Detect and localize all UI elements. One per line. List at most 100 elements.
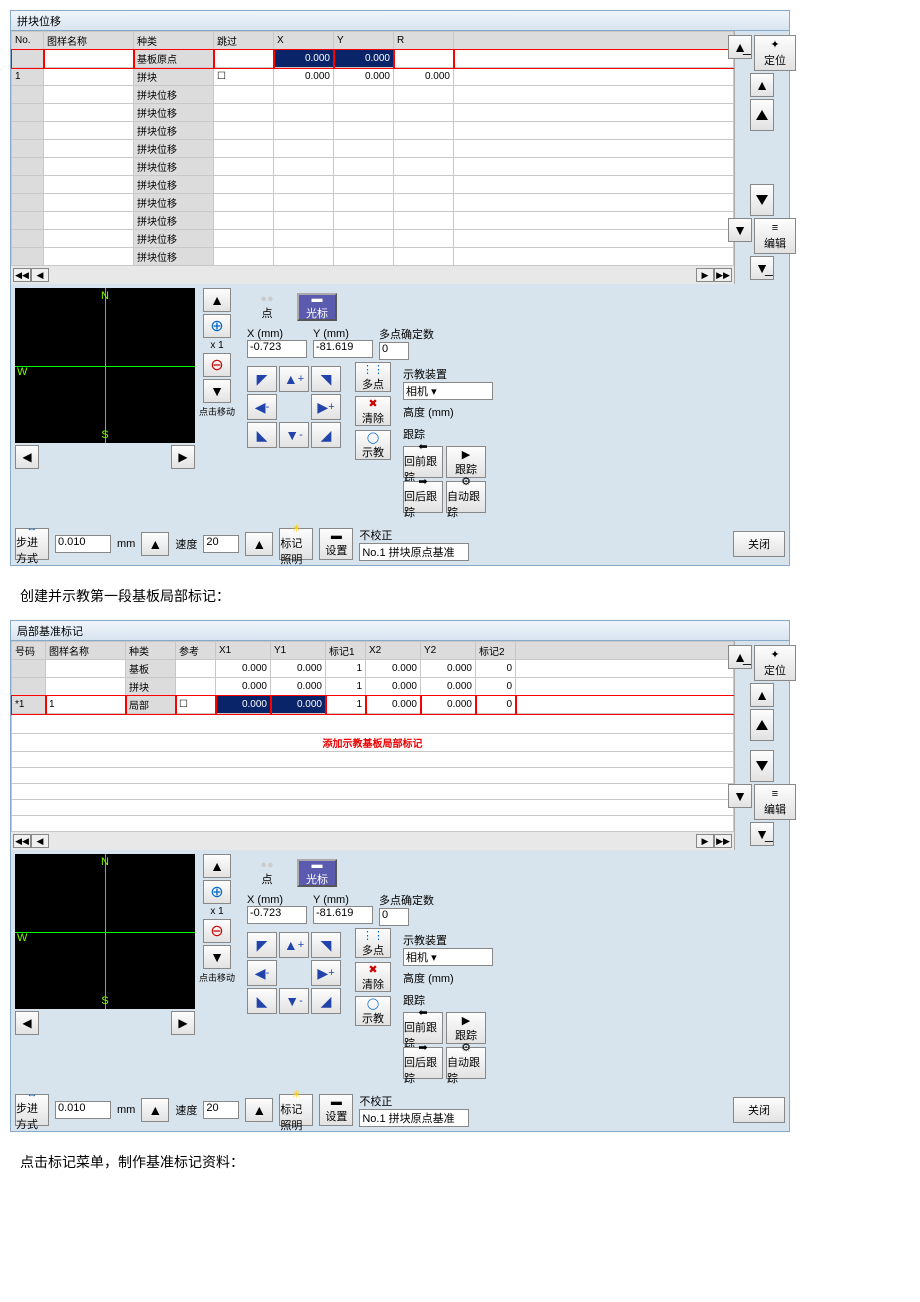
scroll-prev-icon[interactable]: ◀ <box>31 834 49 848</box>
step-up-icon[interactable]: ▲ <box>141 1098 169 1122</box>
table-row[interactable]: 基板0.0000.00010.0000.0000 <box>12 660 734 678</box>
track-button[interactable]: ▶跟踪 <box>446 1012 486 1044</box>
move-down-icon[interactable]: ▼ <box>203 379 231 403</box>
speed-input[interactable]: 20 <box>203 535 239 553</box>
page-down-icon[interactable] <box>750 184 774 216</box>
scroll-next-icon[interactable]: ▶ <box>696 834 714 848</box>
table-row[interactable]: 拼块位移 <box>12 158 734 176</box>
table-row[interactable]: 基板原点0.0000.000 <box>12 50 734 68</box>
step-value-input[interactable]: 0.010 <box>55 1101 111 1119</box>
table-row[interactable]: 1拼块☐0.0000.0000.000 <box>12 68 734 86</box>
auto-track-button[interactable]: ⚙自动跟踪 <box>446 1047 486 1079</box>
jog-sw-icon[interactable]: ◣ <box>247 988 277 1014</box>
step-mode-button[interactable]: ↔步进方式 <box>15 528 49 560</box>
move-down-icon[interactable]: ▼ <box>203 945 231 969</box>
close-button[interactable]: 关闭 <box>733 1097 785 1123</box>
camera-preview[interactable]: N W S <box>15 288 195 443</box>
panel1-table[interactable]: No. 图样名称 种类 跳过 X Y R 基板原点0.0000.0001拼块☐0… <box>11 31 734 266</box>
close-button[interactable]: 关闭 <box>733 531 785 557</box>
clear-button[interactable]: ✖清除 <box>355 962 391 992</box>
settings-button[interactable]: ▬设置 <box>319 1094 353 1126</box>
hscroll2[interactable]: ◀◀ ◀ ▶ ▶▶ <box>11 832 734 850</box>
edit-button[interactable]: ≡编辑 <box>754 784 796 820</box>
jog-e-icon[interactable]: ▶+ <box>311 394 341 420</box>
jog-w-icon[interactable]: ◀- <box>247 960 277 986</box>
scroll-bottom-icon[interactable]: ▼̲ <box>750 822 774 846</box>
step-value-input[interactable]: 0.010 <box>55 535 111 553</box>
jog-se-icon[interactable]: ◢ <box>311 988 341 1014</box>
point-button[interactable]: ●●点 <box>247 293 287 321</box>
scroll-prev-icon[interactable]: ◀ <box>31 268 49 282</box>
mark-light-button[interactable]: ☀标记照明 <box>279 1094 313 1126</box>
page-down-icon[interactable] <box>750 750 774 782</box>
scroll-next-icon[interactable]: ▶ <box>696 268 714 282</box>
jog-se-icon[interactable]: ◢ <box>311 422 341 448</box>
table-row[interactable]: 拼块位移 <box>12 104 734 122</box>
device-select[interactable]: 相机 ▾ <box>403 382 493 400</box>
scroll-up-icon[interactable]: ▲ <box>750 683 774 707</box>
cursor-button[interactable]: ▬光标 <box>297 293 337 321</box>
zoom-in-icon[interactable]: ⊕ <box>203 880 231 904</box>
teach-button[interactable]: ◯示教 <box>355 996 391 1026</box>
jog-nw-icon[interactable]: ◤ <box>247 366 277 392</box>
step-mode-button[interactable]: ↔步进方式 <box>15 1094 49 1126</box>
device-select[interactable]: 相机 ▾ <box>403 948 493 966</box>
jog-e-icon[interactable]: ▶+ <box>311 960 341 986</box>
x-input[interactable]: -0.723 <box>247 906 307 924</box>
multipoint-button[interactable]: ⋮⋮多点 <box>355 928 391 958</box>
page-up-icon[interactable] <box>750 709 774 741</box>
page-up-icon[interactable] <box>750 99 774 131</box>
camera-preview[interactable]: N W S <box>15 854 195 1009</box>
jog-ne-icon[interactable]: ◥ <box>311 932 341 958</box>
jog-nw-icon[interactable]: ◤ <box>247 932 277 958</box>
track-button[interactable]: ▶跟踪 <box>446 446 486 478</box>
speed-up-icon[interactable]: ▲ <box>245 532 273 556</box>
hscroll[interactable]: ◀◀ ◀ ▶ ▶▶ <box>11 266 734 284</box>
teach-button[interactable]: ◯示教 <box>355 430 391 460</box>
locate-button[interactable]: ✦定位 <box>754 645 796 681</box>
jog-n-icon[interactable]: ▲+ <box>279 366 309 392</box>
prev-right-icon[interactable]: ▶ <box>171 1011 195 1035</box>
x-input[interactable]: -0.723 <box>247 340 307 358</box>
auto-track-button[interactable]: ⚙自动跟踪 <box>446 481 486 513</box>
table-row[interactable]: 拼块0.0000.00010.0000.0000 <box>12 678 734 696</box>
table-row[interactable]: 拼块位移 <box>12 212 734 230</box>
table-row[interactable]: 拼块位移 <box>12 86 734 104</box>
clear-button[interactable]: ✖清除 <box>355 396 391 426</box>
settings-button[interactable]: ▬设置 <box>319 528 353 560</box>
mark-light-button[interactable]: ☀标记照明 <box>279 528 313 560</box>
scroll-bottom-icon[interactable]: ▼̲ <box>750 256 774 280</box>
edit-button[interactable]: ≡编辑 <box>754 218 796 254</box>
locate-button[interactable]: ✦定位 <box>754 35 796 71</box>
table-row[interactable]: 拼块位移 <box>12 194 734 212</box>
jog-ne-icon[interactable]: ◥ <box>311 366 341 392</box>
step-up-icon[interactable]: ▲ <box>141 532 169 556</box>
y-input[interactable]: -81.619 <box>313 340 373 358</box>
scroll-first-icon[interactable]: ◀◀ <box>13 268 31 282</box>
prev-left-icon[interactable]: ◀ <box>15 1011 39 1035</box>
jog-s-icon[interactable]: ▼- <box>279 422 309 448</box>
scroll-first-icon[interactable]: ◀◀ <box>13 834 31 848</box>
table-row[interactable]: 拼块位移 <box>12 140 734 158</box>
table-row[interactable]: 拼块位移 <box>12 230 734 248</box>
multipoint-input[interactable]: 0 <box>379 908 409 926</box>
table-row[interactable]: 拼块位移 <box>12 248 734 266</box>
multipoint-input[interactable]: 0 <box>379 342 409 360</box>
jog-s-icon[interactable]: ▼- <box>279 988 309 1014</box>
scroll-down-icon[interactable]: ▼ <box>728 218 752 242</box>
table-row[interactable]: 拼块位移 <box>12 176 734 194</box>
speed-up-icon[interactable]: ▲ <box>245 1098 273 1122</box>
jog-w-icon[interactable]: ◀- <box>247 394 277 420</box>
scroll-last-icon[interactable]: ▶▶ <box>714 268 732 282</box>
point-button[interactable]: ●●点 <box>247 859 287 887</box>
cursor-button[interactable]: ▬光标 <box>297 859 337 887</box>
scroll-last-icon[interactable]: ▶▶ <box>714 834 732 848</box>
scroll-up-icon[interactable]: ▲ <box>750 73 774 97</box>
move-up-icon[interactable]: ▲ <box>203 288 231 312</box>
jog-n-icon[interactable]: ▲+ <box>279 932 309 958</box>
table-row[interactable]: 拼块位移 <box>12 122 734 140</box>
track-next-button[interactable]: ➡回后跟踪 <box>403 481 443 513</box>
speed-input[interactable]: 20 <box>203 1101 239 1119</box>
scroll-top-icon[interactable]: ▲̲ <box>728 645 752 669</box>
track-prev-button[interactable]: ⬅回前跟踪 <box>403 1012 443 1044</box>
